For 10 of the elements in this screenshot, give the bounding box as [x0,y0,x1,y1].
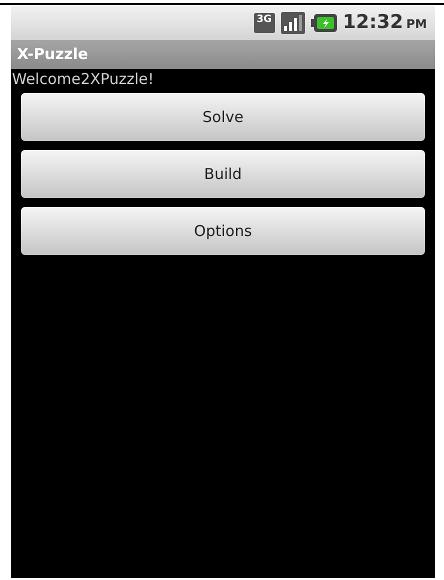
app-title: X-Puzzle [17,44,88,66]
network-type-icon: 3G [254,12,275,32]
battery-icon [310,14,337,32]
menu-button[interactable]: Options [21,207,425,255]
clock-time: 12:32 [342,10,404,36]
menu-button[interactable]: Solve [21,93,425,141]
welcome-text: Welcome2XPuzzle! [11,69,154,89]
menu-button[interactable]: Build [21,150,425,198]
clock-period: PM [406,16,427,34]
signal-icon [280,12,305,34]
